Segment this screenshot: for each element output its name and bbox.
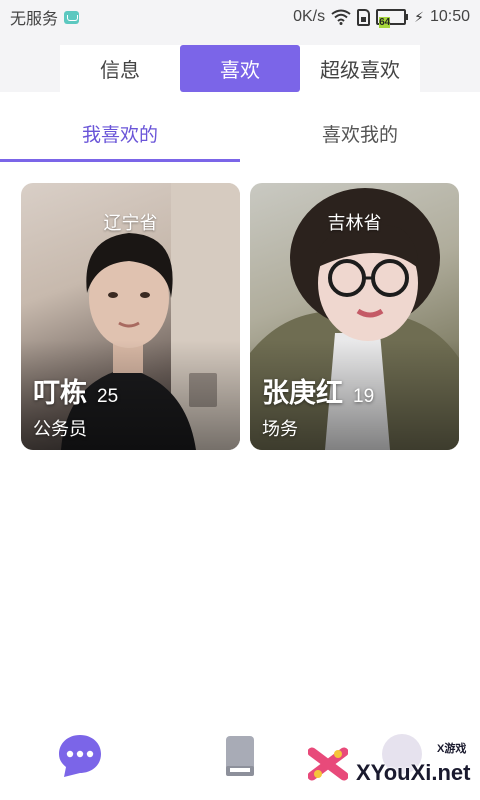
watermark-text: XYouXi.net <box>356 760 471 785</box>
tab-messages[interactable]: 信息 <box>60 45 180 92</box>
wifi-icon <box>331 9 351 25</box>
card-age: 19 <box>353 386 375 407</box>
card-occupation: 场务 <box>262 419 298 439</box>
chat-bubble-icon[interactable] <box>56 732 104 780</box>
card-age: 25 <box>97 386 119 407</box>
card-name: 张庚红 <box>262 378 343 408</box>
card-occupation: 公务员 <box>33 419 87 439</box>
card-province: 辽宁省 <box>103 213 158 233</box>
profile-card[interactable]: 吉林省 张庚红 19 场务 <box>250 183 459 450</box>
card-province: 吉林省 <box>327 213 382 233</box>
sim-card-icon <box>357 8 371 26</box>
watermark-logo <box>308 747 348 781</box>
network-speed: 0K/s <box>293 8 326 25</box>
tab-liked-me[interactable]: 喜欢我的 <box>240 104 480 162</box>
battery-level: 64 <box>379 17 391 28</box>
watermark: X游戏 XYouXi.net <box>300 736 480 800</box>
carrier-text: 无服务 <box>10 11 59 28</box>
clock: 10:50 <box>429 8 470 25</box>
tab-likes[interactable]: 喜欢 <box>180 45 300 92</box>
book-icon[interactable] <box>224 734 256 778</box>
top-tabs: 信息 喜欢 超级喜欢 <box>60 45 420 92</box>
sub-tabs: 我喜欢的 喜欢我的 <box>0 104 480 162</box>
card-name: 叮栋 <box>33 378 87 408</box>
profile-card[interactable]: 辽宁省 叮栋 25 公务员 <box>21 183 240 450</box>
watermark-small-text: X游戏 <box>437 743 467 755</box>
tab-i-liked[interactable]: 我喜欢的 <box>0 104 240 162</box>
status-bar: 无服务 0K/s 64 ⚡ 10:50 <box>0 0 480 34</box>
charging-icon: ⚡ <box>414 8 424 25</box>
battery-icon: 64 <box>376 9 409 28</box>
tab-super-likes[interactable]: 超级喜欢 <box>300 45 420 92</box>
notification-icon <box>64 10 80 24</box>
